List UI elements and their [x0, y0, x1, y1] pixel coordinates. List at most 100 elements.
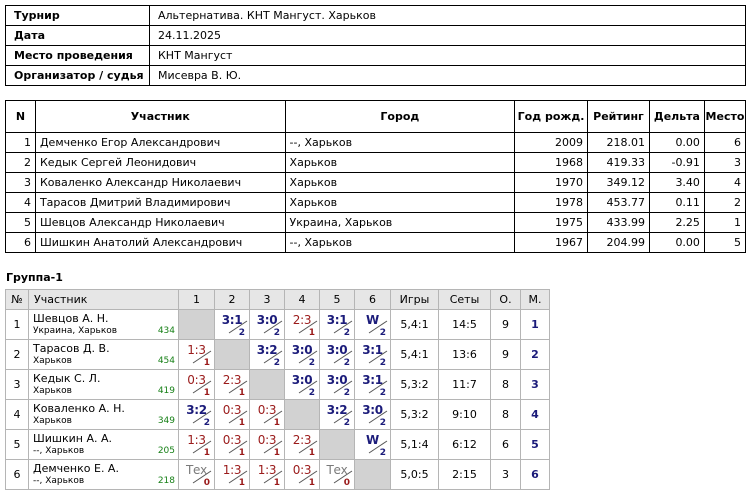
- player-name: Демченко Е. А.: [33, 462, 119, 475]
- match-points: 1: [273, 478, 280, 488]
- col-header-city: Город: [284, 100, 516, 133]
- player-city: --, Харьков: [33, 476, 85, 486]
- group-results-table: № Участник 1 2 3 4 5 6 Игры Сеты О. М. 1…: [5, 289, 550, 490]
- participants-header-row: N Участник Город Год рожд. Рейтинг Дельт…: [5, 100, 747, 133]
- match-points: 1: [203, 358, 210, 368]
- player-city: Украина, Харьков: [33, 326, 118, 336]
- group-col-games: Игры: [390, 289, 439, 310]
- player-rating: 205: [157, 446, 175, 456]
- match-points: 0: [343, 478, 350, 488]
- match-result-cell: 3:0 2: [249, 309, 285, 340]
- match-result-cell: 2:3 1: [284, 429, 320, 460]
- cell-delta: 0.00: [648, 132, 705, 153]
- match-result-cell: 0:3 1: [249, 429, 285, 460]
- match-points: 2: [308, 358, 315, 368]
- group-col-player: Участник: [28, 289, 179, 310]
- info-row: Дата 24.11.2025: [5, 25, 746, 46]
- col-header-birth-year: Год рожд.: [514, 100, 588, 133]
- group-title: Группа-1: [6, 271, 63, 284]
- match-result-cell: Тех 0: [178, 459, 215, 490]
- table-row: 6 Шишкин Анатолий Александрович --, Харько…: [5, 232, 747, 253]
- group-games: 5,3:2: [390, 369, 439, 400]
- group-points: 9: [490, 309, 521, 340]
- group-row: 6 Демченко Е. А. --, Харьков 218 Тех 0 1:3 1 1:3…: [5, 459, 550, 490]
- match-result-cell: 0:3 1: [284, 459, 320, 490]
- group-player-cell: Демченко Е. А. --, Харьков 218: [28, 459, 179, 490]
- cell-n: 3: [5, 172, 36, 193]
- match-points: 1: [308, 328, 315, 338]
- group-col-5: 5: [319, 289, 355, 310]
- info-row: Место проведения КНТ Мангуст: [5, 45, 746, 66]
- match-result-cell: 0:3 1: [214, 399, 250, 430]
- cell-city: --, Харьков: [284, 132, 516, 153]
- cell-delta: 2.25: [648, 212, 705, 233]
- group-place: 6: [520, 459, 550, 490]
- match-result-cell: 0:3 1: [214, 429, 250, 460]
- cell-rating: 433.99: [587, 212, 650, 233]
- tournament-info-table: Турнир Альтернатива. КНТ Мангуст. Харьков…: [5, 5, 746, 86]
- match-points: 2: [343, 328, 350, 338]
- table-row: 1 Демченко Егор Александрович --, Харьков 2…: [5, 132, 747, 153]
- player-rating: 218: [157, 476, 175, 486]
- cell-city: Украина, Харьков: [284, 212, 516, 233]
- group-place: 4: [520, 399, 550, 430]
- self-match-cell: [354, 459, 391, 490]
- player-name: Шевцов А. Н.: [33, 312, 109, 325]
- cell-participant: Шишкин Анатолий Александрович: [34, 232, 286, 253]
- player-city: Харьков: [33, 356, 72, 366]
- group-col-6: 6: [354, 289, 391, 310]
- cell-rating: 419.33: [587, 152, 650, 173]
- player-city: Харьков: [33, 416, 72, 426]
- group-col-num: №: [5, 289, 29, 310]
- match-points: 2: [379, 328, 386, 338]
- match-result-cell: 3:1 2: [214, 309, 250, 340]
- group-sets: 9:10: [438, 399, 491, 430]
- cell-participant: Кедык Сергей Леонидович: [34, 152, 286, 173]
- match-result-cell: 3:1 2: [354, 369, 391, 400]
- group-player-cell: Коваленко А. Н. Харьков 349: [28, 399, 179, 430]
- group-row: 5 Шишкин А. А. --, Харьков 205 1:3 1 0:3 1 0:3 1 2…: [5, 429, 550, 460]
- match-result-cell: 3:0 2: [319, 369, 355, 400]
- group-place: 2: [520, 339, 550, 370]
- cell-participant: Демченко Егор Александрович: [34, 132, 286, 153]
- table-row: 5 Шевцов Александр Николаевич Украина, Хар…: [5, 212, 747, 233]
- player-name: Коваленко А. Н.: [33, 402, 125, 415]
- player-rating: 434: [157, 326, 175, 336]
- col-header-rating: Рейтинг: [587, 100, 650, 133]
- col-header-n: N: [5, 100, 36, 133]
- cell-city: Харьков: [284, 192, 516, 213]
- match-result-cell: 3:0 2: [354, 399, 391, 430]
- match-points: 1: [238, 478, 245, 488]
- group-col-place: М.: [520, 289, 550, 310]
- group-col-points: О.: [490, 289, 521, 310]
- group-place: 1: [520, 309, 550, 340]
- cell-place: 2: [703, 192, 747, 213]
- group-player-cell: Шишкин А. А. --, Харьков 205: [28, 429, 179, 460]
- match-result-cell: 3:2 2: [178, 399, 215, 430]
- group-row-num: 3: [5, 369, 29, 400]
- cell-participant: Коваленко Александр Николаевич: [34, 172, 286, 193]
- match-result-cell: W2: [354, 429, 391, 460]
- info-value: Альтернатива. КНТ Мангуст. Харьков: [149, 5, 746, 26]
- group-row: 1 Шевцов А. Н. Украина, Харьков 434 3:1 2 3:0 2…: [5, 309, 550, 340]
- table-row: 4 Тарасов Дмитрий Владимирович Харьков 1978…: [5, 192, 747, 213]
- group-col-1: 1: [178, 289, 215, 310]
- player-name: Тарасов Д. В.: [33, 342, 110, 355]
- table-row: 2 Кедык Сергей Леонидович Харьков 1968 419.3…: [5, 152, 747, 173]
- match-points: 1: [203, 388, 210, 398]
- group-sets: 6:12: [438, 429, 491, 460]
- self-match-cell: [319, 429, 355, 460]
- group-col-4: 4: [284, 289, 320, 310]
- match-points: 2: [273, 328, 280, 338]
- cell-delta: 0.11: [648, 192, 705, 213]
- cell-place: 5: [703, 232, 747, 253]
- cell-birth-year: 1978: [514, 192, 588, 213]
- match-points: 2: [343, 358, 350, 368]
- group-points: 8: [490, 399, 521, 430]
- match-result-cell: W2: [354, 309, 391, 340]
- cell-city: --, Харьков: [284, 232, 516, 253]
- player-rating: 349: [157, 416, 175, 426]
- cell-city: Харьков: [284, 152, 516, 173]
- match-points: 2: [379, 448, 386, 458]
- group-games: 5,0:5: [390, 459, 439, 490]
